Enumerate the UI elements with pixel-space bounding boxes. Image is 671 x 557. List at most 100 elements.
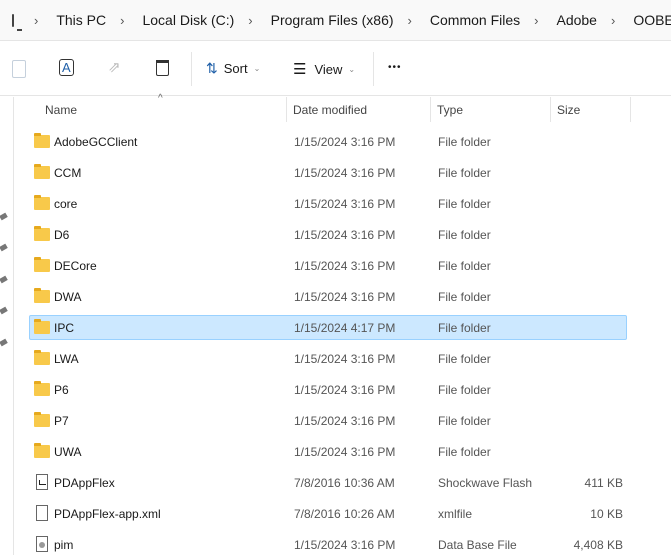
sort-icon: ⇅: [206, 60, 218, 76]
flash-file-icon: [36, 474, 48, 490]
file-row[interactable]: IPC 1/15/2024 4:17 PM File folder: [29, 315, 627, 340]
file-date: 1/15/2024 3:16 PM: [294, 197, 396, 211]
computer-icon[interactable]: [12, 13, 22, 31]
view-label: View: [314, 61, 343, 77]
chevron-right-icon[interactable]: ›: [611, 13, 615, 28]
breadcrumb-program-files[interactable]: Program Files (x86): [271, 12, 394, 28]
folder-icon: [34, 257, 50, 272]
column-name[interactable]: Name: [45, 103, 77, 117]
file-name: PDAppFlex-app.xml: [54, 507, 161, 521]
file-type: File folder: [438, 321, 491, 335]
file-name: P6: [54, 383, 69, 397]
file-date: 1/15/2024 3:16 PM: [294, 352, 396, 366]
folder-icon: [34, 443, 50, 458]
folder-icon: [34, 319, 50, 334]
file-date: 7/8/2016 10:26 AM: [294, 507, 395, 521]
chevron-right-icon[interactable]: ›: [408, 13, 412, 28]
file-date: 1/15/2024 3:16 PM: [294, 538, 396, 552]
file-size: 411 KB: [584, 476, 623, 490]
folder-icon: [34, 288, 50, 303]
file-row[interactable]: UWA 1/15/2024 3:16 PM File folder: [29, 439, 627, 464]
database-file-icon: [36, 536, 48, 552]
file-type: File folder: [438, 352, 491, 366]
folder-icon: [34, 226, 50, 241]
file-date: 1/15/2024 3:16 PM: [294, 228, 396, 242]
file-name: D6: [54, 228, 70, 242]
file-row[interactable]: P7 1/15/2024 3:16 PM File folder: [29, 408, 627, 433]
file-name: core: [54, 197, 78, 211]
pin-icon: [0, 338, 8, 347]
paste-icon[interactable]: [12, 60, 26, 78]
file-row[interactable]: CCM 1/15/2024 3:16 PM File folder: [29, 160, 627, 185]
view-button[interactable]: ☰ View ⌄: [293, 60, 355, 78]
delete-icon[interactable]: [156, 60, 169, 76]
folder-icon: [34, 195, 50, 210]
file-row[interactable]: AdobeGCClient 1/15/2024 3:16 PM File folde…: [29, 129, 627, 154]
sort-label: Sort: [223, 61, 248, 76]
breadcrumb-local-disk[interactable]: Local Disk (C:): [142, 12, 234, 28]
sort-button[interactable]: ⇅ Sort ⌄: [206, 60, 260, 77]
file-row[interactable]: PDAppFlex-app.xml 7/8/2016 10:26 AM xmlfil…: [29, 501, 627, 526]
file-type: File folder: [438, 197, 491, 211]
column-date-modified[interactable]: Date modified: [293, 103, 367, 117]
breadcrumb-this-pc[interactable]: This PC: [56, 12, 106, 28]
file-date: 1/15/2024 3:16 PM: [294, 166, 396, 180]
file-name: CCM: [54, 166, 82, 180]
file-type: Shockwave Flash: [438, 476, 533, 490]
file-row[interactable]: DWA 1/15/2024 3:16 PM File folder: [29, 284, 627, 309]
file-type: File folder: [438, 135, 491, 149]
file-name: LWA: [54, 352, 79, 366]
breadcrumb-common-files[interactable]: Common Files: [430, 12, 520, 28]
file-size: 4,408 KB: [573, 538, 623, 552]
file-row[interactable]: P6 1/15/2024 3:16 PM File folder: [29, 377, 627, 402]
file-name: P7: [54, 414, 69, 428]
file-row[interactable]: LWA 1/15/2024 3:16 PM File folder: [29, 346, 627, 371]
file-row[interactable]: core 1/15/2024 3:16 PM File folder: [29, 191, 627, 216]
file-type: File folder: [438, 383, 491, 397]
chevron-right-icon[interactable]: ›: [34, 13, 38, 28]
file-row[interactable]: DECore 1/15/2024 3:16 PM File folder: [29, 253, 627, 278]
file-type: xmlfile: [438, 507, 473, 521]
breadcrumb-adobe[interactable]: Adobe: [556, 12, 596, 28]
chevron-down-icon: ⌄: [253, 64, 261, 73]
breadcrumb-oobe[interactable]: OOBE: [633, 12, 671, 28]
file-name: UWA: [54, 445, 82, 459]
address-bar[interactable]: › This PC › Local Disk (C:) › Program File…: [0, 0, 671, 41]
file-date: 1/15/2024 4:17 PM: [294, 321, 396, 335]
chevron-right-icon[interactable]: ›: [120, 13, 124, 28]
file-row[interactable]: D6 1/15/2024 3:16 PM File folder: [29, 222, 627, 247]
folder-icon: [34, 164, 50, 179]
share-icon[interactable]: ⇗: [108, 58, 121, 76]
file-size: 10 KB: [590, 507, 623, 521]
chevron-right-icon[interactable]: ›: [534, 13, 538, 28]
file-type: File folder: [438, 259, 491, 273]
file-type: File folder: [438, 445, 491, 459]
navigation-pane[interactable]: [0, 97, 14, 555]
more-options-button[interactable]: •••: [388, 62, 402, 73]
file-name: DECore: [54, 259, 97, 273]
pin-icon: [0, 212, 8, 221]
file-type: Data Base File: [438, 538, 517, 552]
view-icon: ☰: [293, 61, 307, 78]
file-row[interactable]: pim 1/15/2024 3:16 PM Data Base File 4,408 …: [29, 532, 627, 557]
file-date: 1/15/2024 3:16 PM: [294, 135, 396, 149]
file-date: 1/15/2024 3:16 PM: [294, 259, 396, 273]
file-date: 1/15/2024 3:16 PM: [294, 290, 396, 304]
column-size[interactable]: Size: [557, 103, 580, 117]
file-date: 1/15/2024 3:16 PM: [294, 383, 396, 397]
file-type: File folder: [438, 290, 491, 304]
column-type[interactable]: Type: [437, 103, 463, 117]
rename-icon[interactable]: A: [59, 59, 74, 76]
file-name: DWA: [54, 290, 82, 304]
file-type: File folder: [438, 166, 491, 180]
file-name: PDAppFlex: [54, 476, 115, 490]
pin-icon: [0, 243, 8, 252]
folder-icon: [34, 412, 50, 427]
pin-icon: [0, 275, 8, 284]
folder-icon: [34, 133, 50, 148]
pin-icon: [0, 306, 8, 315]
folder-icon: [34, 381, 50, 396]
sort-ascending-icon: ^: [158, 93, 163, 104]
chevron-right-icon[interactable]: ›: [248, 13, 252, 28]
file-row[interactable]: PDAppFlex 7/8/2016 10:36 AM Shockwave Flas…: [29, 470, 627, 495]
